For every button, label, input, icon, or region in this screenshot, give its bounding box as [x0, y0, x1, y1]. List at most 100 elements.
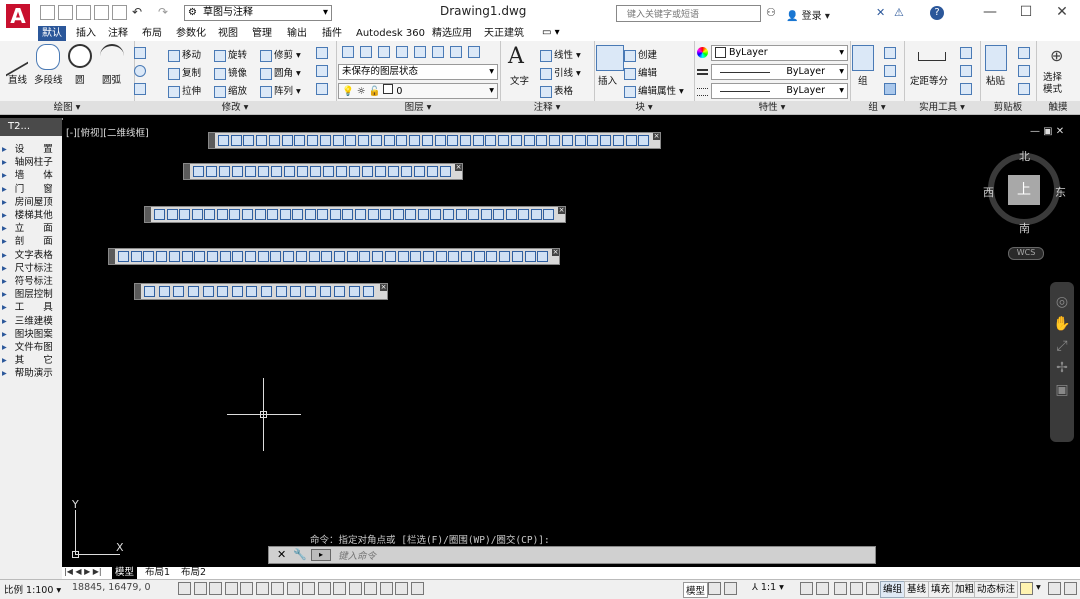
isolate-objects-icon[interactable]: [866, 582, 879, 595]
toolbar-tool-icon[interactable]: [143, 251, 155, 262]
toolbar-tool-icon[interactable]: [383, 135, 395, 146]
toolbar-tool-icon[interactable]: [459, 135, 471, 146]
toolbar-tool-icon[interactable]: [392, 209, 404, 220]
edit-attributes-button[interactable]: 编辑属性 ▾: [624, 83, 684, 98]
toolbar-tool-icon[interactable]: [144, 286, 155, 297]
layer-select[interactable]: 💡 ☼ 🔓 0 ▾: [338, 83, 498, 99]
layer-match-icon[interactable]: [432, 46, 444, 58]
annotation-scale[interactable]: ⅄ 1:1 ▾: [752, 582, 784, 593]
tab-plugins[interactable]: 插件: [318, 26, 346, 41]
toolbar-tool-icon[interactable]: [523, 135, 535, 146]
close-icon[interactable]: ×: [558, 207, 565, 214]
toolbar-tool-icon[interactable]: [194, 251, 206, 262]
floating-toolbar-5[interactable]: ×: [134, 283, 388, 300]
toolbar-tool-icon[interactable]: [193, 166, 204, 177]
auto-scale-icon[interactable]: [816, 582, 829, 595]
showmotion-icon[interactable]: ▣: [1050, 382, 1074, 398]
rotate-button[interactable]: 旋转: [214, 47, 247, 62]
ungroup-icon[interactable]: [884, 47, 896, 59]
toolbar-tool-icon[interactable]: [498, 135, 510, 146]
toolbar-tool-icon[interactable]: [480, 209, 492, 220]
floating-toolbar-1[interactable]: ×: [208, 132, 661, 149]
toolbar-tool-icon[interactable]: [231, 286, 243, 297]
leader-button[interactable]: 引线 ▾: [540, 65, 581, 80]
toolbar-tool-icon[interactable]: [216, 209, 228, 220]
save-icon[interactable]: [76, 5, 91, 20]
insert-block-button[interactable]: 插入: [598, 73, 617, 87]
drafting-aid-toggle-icon[interactable]: [193, 582, 207, 595]
toolbar-tool-icon[interactable]: [363, 286, 375, 297]
new-file-icon[interactable]: [40, 5, 55, 20]
toolbar-tool-icon[interactable]: [370, 135, 382, 146]
calculator-icon[interactable]: [960, 65, 972, 77]
line-button[interactable]: 直线: [8, 72, 27, 86]
palette-item[interactable]: ▸ 轴网柱子: [2, 156, 60, 169]
annotation-group-label[interactable]: 注释 ▾: [500, 101, 594, 114]
toolbar-tool-icon[interactable]: [401, 166, 412, 177]
orbit-icon[interactable]: ✢: [1050, 360, 1074, 376]
color-select[interactable]: ByLayer ▾: [711, 45, 848, 61]
toolbar-tool-icon[interactable]: [430, 209, 442, 220]
floating-toolbar-2[interactable]: ×: [183, 163, 463, 180]
drawing-scale[interactable]: 比例 1:100 ▾: [4, 582, 61, 596]
toolbar-tool-icon[interactable]: [166, 209, 178, 220]
close-button[interactable]: ✕: [1052, 2, 1072, 22]
trim-button[interactable]: 修剪 ▾: [260, 47, 301, 62]
toolbar-tool-icon[interactable]: [204, 209, 216, 220]
open-file-icon[interactable]: [58, 5, 73, 20]
tab-model[interactable]: 模型: [112, 567, 138, 579]
touch-group-label[interactable]: 触摸: [1036, 101, 1080, 114]
tab-default[interactable]: 默认: [38, 26, 66, 41]
toolbar-tool-icon[interactable]: [219, 251, 231, 262]
toolbar-tool-icon[interactable]: [435, 251, 447, 262]
toolbar-tool-icon[interactable]: [358, 135, 370, 146]
toolbar-tool-icon[interactable]: [461, 251, 473, 262]
palette-item[interactable]: ▸ 图块图案: [2, 328, 60, 341]
palette-item[interactable]: ▸ 符号标注: [2, 275, 60, 288]
layer-lock-icon[interactable]: [414, 46, 426, 58]
viewcube-east[interactable]: 东: [1055, 184, 1066, 200]
toolbar-tool-icon[interactable]: [345, 135, 357, 146]
toolbar-tool-icon[interactable]: [396, 135, 408, 146]
toolbar-tool-icon[interactable]: [202, 286, 214, 297]
id-point-icon[interactable]: [960, 83, 972, 95]
palette-item[interactable]: ▸ 门 窗: [2, 183, 60, 196]
arc-button[interactable]: 圆弧: [102, 72, 121, 86]
toolbar-tool-icon[interactable]: [427, 166, 438, 177]
toolbar-tool-icon[interactable]: [283, 251, 295, 262]
toolbar-tool-icon[interactable]: [355, 209, 366, 220]
drafting-aid-toggle-icon[interactable]: [255, 582, 269, 595]
wrench-icon[interactable]: 🔧: [293, 548, 307, 561]
palette-item[interactable]: ▸ 文件布图: [2, 341, 60, 354]
text-button[interactable]: 文字: [510, 73, 529, 87]
palette-item[interactable]: ▸ 图层控制: [2, 288, 60, 301]
toolbar-tool-icon[interactable]: [388, 166, 399, 177]
toolbar-tool-icon[interactable]: [397, 251, 409, 262]
toolbar-tool-icon[interactable]: [537, 251, 549, 262]
modify-group-label[interactable]: 修改 ▾: [134, 101, 336, 114]
toolbar-tool-icon[interactable]: [638, 135, 650, 146]
palette-item[interactable]: ▸ 尺寸标注: [2, 262, 60, 275]
drafting-aid-toggle-icon[interactable]: [317, 582, 331, 595]
toolbar-tool-icon[interactable]: [485, 135, 497, 146]
linetype-select[interactable]: ByLayer ▾: [711, 83, 848, 99]
toolbar-tool-icon[interactable]: [267, 209, 279, 220]
toolbar-tool-icon[interactable]: [367, 209, 379, 220]
toolbar-tool-icon[interactable]: [600, 135, 612, 146]
toolbar-tool-icon[interactable]: [168, 251, 180, 262]
tab-layout[interactable]: 布局: [138, 26, 166, 41]
toolbar-tool-icon[interactable]: [334, 251, 345, 262]
palette-item[interactable]: ▸ 楼梯其他: [2, 209, 60, 222]
explode-icon[interactable]: [316, 65, 328, 77]
toolbar-tool-icon[interactable]: [243, 135, 255, 146]
toolbar-tool-icon[interactable]: [505, 209, 517, 220]
palette-item[interactable]: ▸ 设 置: [2, 143, 60, 156]
floating-toolbar-4[interactable]: ×: [108, 248, 560, 265]
close-icon[interactable]: ✕: [277, 548, 286, 561]
tab-insert[interactable]: 插入: [72, 26, 100, 41]
hardware-acceleration-icon[interactable]: [1020, 582, 1033, 595]
toolbar-tool-icon[interactable]: [319, 135, 331, 146]
redo-icon[interactable]: ↷: [158, 5, 168, 19]
customize-status-icon[interactable]: [1064, 582, 1077, 595]
toolbar-tool-icon[interactable]: [518, 209, 530, 220]
